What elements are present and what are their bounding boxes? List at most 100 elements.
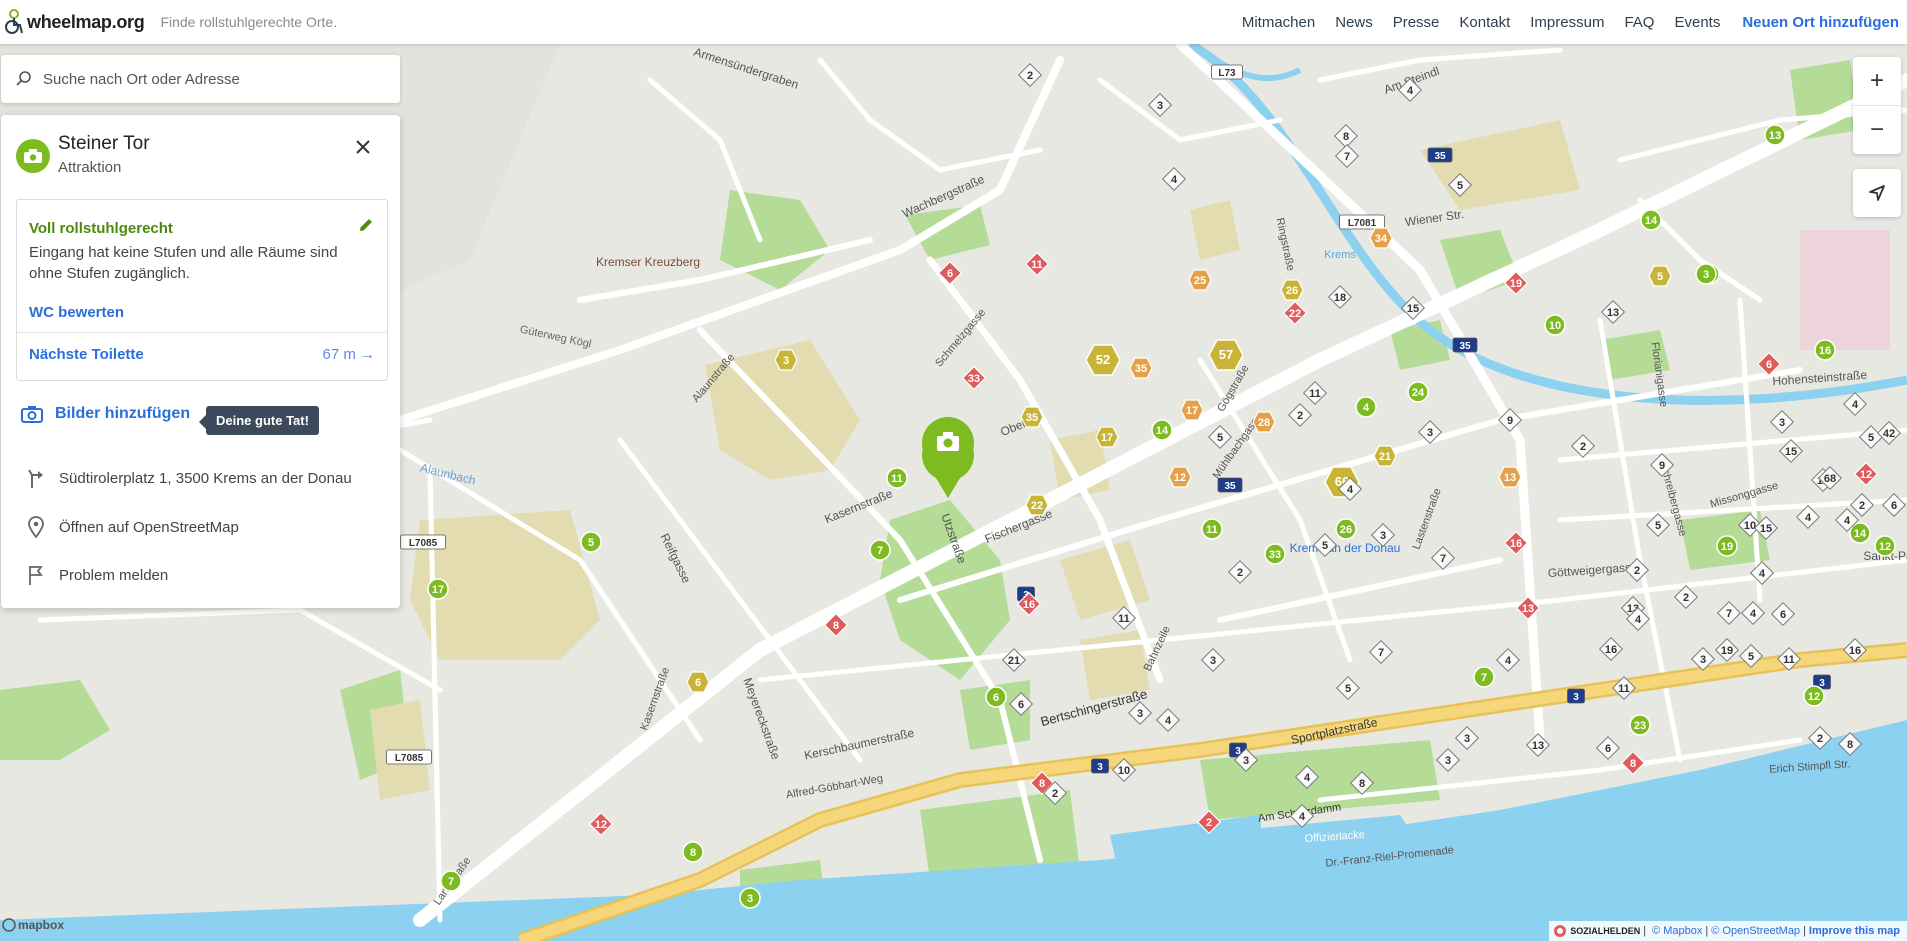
map-marker-green[interactable]: 7 xyxy=(1473,666,1495,688)
nearest-toilet-distance[interactable]: 67 m → xyxy=(322,346,375,363)
map-marker-green[interactable]: 23 xyxy=(1629,714,1651,736)
map-marker-count: 10 xyxy=(1549,320,1561,332)
map-marker-count: 11 xyxy=(1783,654,1795,666)
map-marker-count: 15 xyxy=(1785,446,1797,458)
nav-faq[interactable]: FAQ xyxy=(1624,14,1654,31)
map-marker-green[interactable]: 3 xyxy=(1695,263,1717,285)
map-marker-count: 25 xyxy=(1194,275,1206,287)
map-marker-green[interactable]: 10 xyxy=(1544,314,1566,336)
map-marker-count: 57 xyxy=(1219,347,1233,362)
map-marker-green[interactable]: 8 xyxy=(682,841,704,863)
mapbox-logo[interactable]: mapbox xyxy=(2,918,64,932)
nav-presse[interactable]: Presse xyxy=(1393,14,1440,31)
search-input[interactable] xyxy=(41,69,385,89)
map-marker-count: 6 xyxy=(993,692,999,704)
osm-attribution-link[interactable]: © OpenStreetMap xyxy=(1711,925,1800,937)
rate-wc-link[interactable]: WC bewerten xyxy=(29,304,124,321)
map-marker-green[interactable]: 11 xyxy=(886,467,908,489)
map-marker-green[interactable]: 7 xyxy=(440,870,462,892)
map-marker-count: 3 xyxy=(747,893,753,905)
map-marker-yellow[interactable]: 17 xyxy=(1095,426,1119,448)
map-marker-green[interactable]: 13 xyxy=(1764,124,1786,146)
map-marker-green[interactable]: 33 xyxy=(1264,543,1286,565)
map-marker-count: 23 xyxy=(1634,720,1646,732)
map-marker-green[interactable]: 12 xyxy=(1874,535,1896,557)
improve-map-link[interactable]: Improve this map xyxy=(1809,925,1900,937)
map-marker-yellow[interactable]: 21 xyxy=(1373,445,1397,467)
map-marker-green[interactable]: 19 xyxy=(1716,535,1738,557)
nearest-toilet-link[interactable]: Nächste Toilette xyxy=(29,346,144,363)
camera-icon xyxy=(24,149,42,163)
map-marker-yellow[interactable]: 5 xyxy=(1648,265,1672,287)
nav-impressum[interactable]: Impressum xyxy=(1530,14,1604,31)
map-marker-count: 12 xyxy=(1808,691,1820,703)
map-marker-orange[interactable]: 13 xyxy=(1498,466,1522,488)
map-marker-green[interactable]: 7 xyxy=(869,539,891,561)
map-marker-count: 19 xyxy=(1721,541,1733,553)
map-marker-count: 3 xyxy=(1779,417,1785,429)
nav-kontakt[interactable]: Kontakt xyxy=(1459,14,1510,31)
map-marker-yellow[interactable]: 22 xyxy=(1025,494,1049,516)
pencil-icon[interactable] xyxy=(357,216,375,234)
mapbox-attribution-link[interactable]: © Mapbox xyxy=(1652,925,1702,937)
map-marker-count: 4 xyxy=(1165,715,1172,727)
map-place-label: Krems xyxy=(1324,249,1356,261)
map-marker-yellow[interactable]: 26 xyxy=(1280,279,1304,301)
place-category: Attraktion xyxy=(58,159,122,176)
map-marker-orange[interactable]: 34 xyxy=(1369,227,1393,249)
map-marker-count: 7 xyxy=(1378,647,1384,659)
map-marker-count: 4 xyxy=(1299,811,1306,823)
close-icon[interactable] xyxy=(351,135,375,159)
map-marker-count: 3 xyxy=(1380,530,1386,542)
map-marker-orange[interactable]: 17 xyxy=(1180,399,1204,421)
road-shield-label: L73 xyxy=(1218,68,1236,79)
map-marker-green[interactable]: 16 xyxy=(1814,339,1836,361)
map-marker-count: 14 xyxy=(1645,215,1658,227)
map-marker-green[interactable]: 3 xyxy=(739,887,761,909)
map-marker-orange[interactable]: 25 xyxy=(1188,269,1212,291)
map-marker-green[interactable]: 12 xyxy=(1803,685,1825,707)
zoom-in-button[interactable]: + xyxy=(1853,57,1901,105)
map-marker-green[interactable]: 14 xyxy=(1151,419,1173,441)
map-marker-count: 5 xyxy=(588,537,594,549)
report-row[interactable]: Problem melden xyxy=(26,564,168,586)
map-marker-count: 4 xyxy=(1505,655,1512,667)
sozialhelden-brand[interactable]: SOZIALHELDEN xyxy=(1553,924,1640,938)
osm-row[interactable]: Öffnen auf OpenStreetMap xyxy=(26,516,239,538)
map-marker-count: 6 xyxy=(1766,359,1772,371)
map-marker-green[interactable]: 11 xyxy=(1201,518,1223,540)
locate-me-button[interactable] xyxy=(1853,169,1901,217)
osm-link[interactable]: Öffnen auf OpenStreetMap xyxy=(59,519,239,536)
tooltip-text: Deine gute Tat! xyxy=(199,406,319,435)
zoom-out-button[interactable]: − xyxy=(1853,106,1901,154)
map-marker-green[interactable]: 4 xyxy=(1355,396,1377,418)
map-marker-green[interactable]: 24 xyxy=(1407,381,1429,403)
map-marker-yellow-hex[interactable]: 52 xyxy=(1085,344,1121,376)
map-marker-green[interactable]: 14 xyxy=(1640,209,1662,231)
map-marker-orange[interactable]: 28 xyxy=(1252,411,1276,433)
map-marker-green[interactable]: 5 xyxy=(580,531,602,553)
camera-icon xyxy=(21,406,43,423)
map-marker-green[interactable]: 26 xyxy=(1335,518,1357,540)
map-marker-yellow-hex[interactable]: 57 xyxy=(1208,339,1244,371)
add-place-link[interactable]: Neuen Ort hinzufügen xyxy=(1742,14,1899,31)
nav-news[interactable]: News xyxy=(1335,14,1373,31)
map-marker-green[interactable]: 6 xyxy=(985,686,1007,708)
map-marker-yellow[interactable]: 6 xyxy=(686,671,710,693)
map-marker-green[interactable]: 17 xyxy=(427,578,449,600)
map-marker-count: 16 xyxy=(1605,644,1617,656)
accessibility-description: Eingang hat keine Stufen und alle Räume … xyxy=(29,244,338,282)
map-marker-orange[interactable]: 35 xyxy=(1129,357,1153,379)
report-link[interactable]: Problem melden xyxy=(59,567,168,584)
wheelmap-logo[interactable]: wheelmap.org xyxy=(4,9,145,35)
map-marker-yellow[interactable]: 35 xyxy=(1020,406,1044,428)
add-photos-button[interactable]: Bilder hinzufügen xyxy=(21,405,190,423)
map-marker-orange[interactable]: 12 xyxy=(1168,466,1192,488)
nav-events[interactable]: Events xyxy=(1674,14,1720,31)
map-marker-yellow[interactable]: 3 xyxy=(774,349,798,371)
nav-mitmachen[interactable]: Mitmachen xyxy=(1242,14,1315,31)
attrib-separator: | xyxy=(1705,925,1709,937)
map-marker-count: 6 xyxy=(1018,699,1024,711)
place-name: Steiner Tor xyxy=(58,133,150,154)
map-marker-count: 21 xyxy=(1379,451,1391,463)
